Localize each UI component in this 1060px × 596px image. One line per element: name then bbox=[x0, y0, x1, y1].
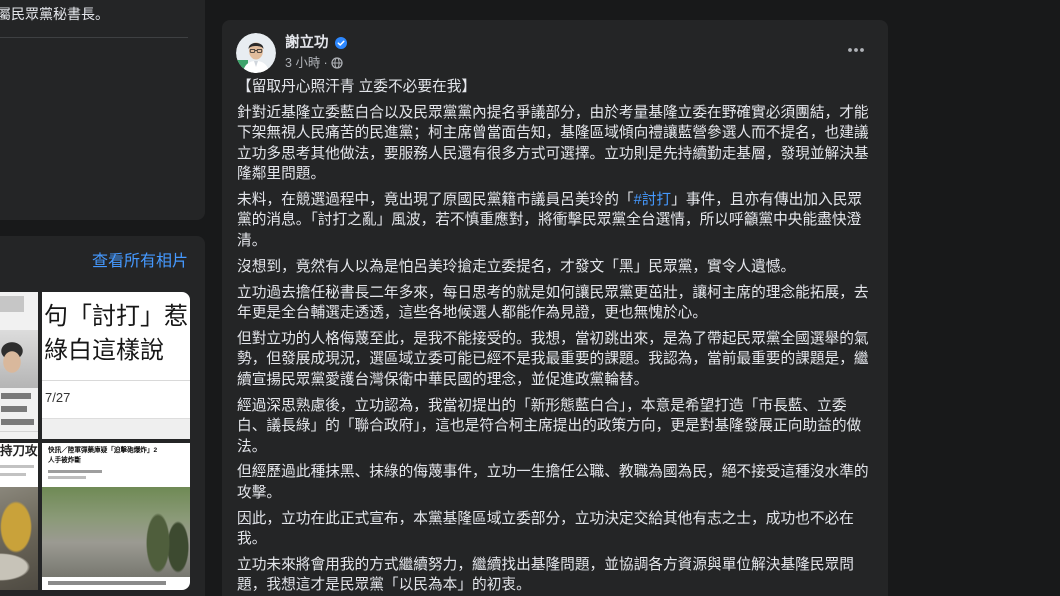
thumbnail-date: 7/27 bbox=[45, 390, 71, 405]
thumbnail-caption-line bbox=[48, 581, 166, 585]
post-headline: 【留取丹心照汗青 立委不必要在我】 bbox=[237, 77, 873, 97]
intro-text: 屬民眾黨秘書長。 bbox=[0, 6, 109, 22]
post-text-line: 立功多思考其他做法，要服務人民還有很多方式可選擇。立功則是先持續勤走基層，發現並… bbox=[237, 145, 869, 162]
post-paragraph: 立功過去擔任秘書長二年多來，每日思考的就是如何讓民眾黨更茁壯，讓柯主席的理念能拓… bbox=[237, 283, 873, 324]
thumbnail-text-line bbox=[1, 406, 27, 412]
post-text-line: 因此，立功在此正式宣布，本黨基隆區域立委部分，立功決定交給其他有志之士，成功也不… bbox=[237, 510, 854, 527]
post-text-line: 下架無視人民痛苦的民進黨；柯主席曾當面告知，基隆區域傾向禮讓藍營參選人而不提名，… bbox=[237, 125, 869, 142]
avatar-image bbox=[236, 33, 276, 73]
photo-thumbnail[interactable]: 持刀攻 bbox=[0, 443, 38, 590]
photo-thumbnail[interactable]: 句「討打」惹 綠白這樣說 7/27 bbox=[42, 292, 190, 439]
post-paragraph: 針對近基隆立委藍白合以及民眾黨黨內提名爭議部分，由於考量基隆立委在野確實必須團結… bbox=[237, 103, 873, 185]
photo-thumbnail[interactable] bbox=[0, 292, 38, 439]
thumbnail-text-line bbox=[1, 419, 34, 425]
thumbnail-headline: 句「討打」惹 bbox=[44, 303, 188, 330]
post-text-line: 未料，在競選過程中，竟出現了原國民黨籍市議員呂美玲的「#討打」事件，且亦有傳出加… bbox=[237, 190, 873, 210]
intro-card: 屬民眾黨秘書長。 bbox=[0, 0, 205, 220]
photo-thumbnail[interactable]: 快訊／陸軍彈藥庫疑「迫擊砲爆炸」2 人手被炸斷 bbox=[42, 443, 190, 590]
post-paragraph: 未料，在競選過程中，竟出現了原國民黨籍市議員呂美玲的「#討打」事件，且亦有傳出加… bbox=[237, 190, 873, 251]
hashtag-link[interactable]: #討打 bbox=[634, 192, 672, 208]
thumbnail-divider bbox=[0, 431, 38, 432]
post-text-line: 年更是全台輔選走透透，這些各地候選人都能作為見證，更也無愧於心。 bbox=[237, 305, 708, 322]
post-paragraph: 沒想到，竟然有人以為是怕呂美玲搶走立委提名，才發文「黑」民眾黨，實令人遺憾。 bbox=[237, 257, 873, 277]
thumbnail-text-line bbox=[48, 476, 86, 479]
thumbnail-headline: 人手被炸斷 bbox=[48, 457, 81, 464]
post-paragraph: 但經歷過此種抹黑、抹綠的侮蔑事件，立功一生擔任公職、教職為國為民，絕不接受這種沒… bbox=[237, 462, 873, 503]
thumbnail-portrait-image bbox=[0, 330, 38, 388]
post-text-line: 隆鄰里問題。 bbox=[237, 166, 326, 183]
verified-badge-icon bbox=[334, 37, 347, 49]
thumbnail-text-line bbox=[0, 465, 34, 468]
thumbnail-inset-image bbox=[0, 296, 24, 312]
author-name[interactable]: 謝立功 bbox=[285, 34, 329, 52]
more-horizontal-icon bbox=[848, 48, 864, 52]
thumbnail-text-line bbox=[48, 470, 102, 473]
post-text-line: 立功未來將會用我的方式繼續努力，繼續找出基隆問題，並協調各方資源與單位解決基隆民… bbox=[237, 557, 854, 574]
post-text-line: 經過深思熟慮後，立功認為，我當初提出的「新形態藍白合」，本意是希望打造「市長藍、… bbox=[237, 397, 847, 414]
post-text-line: 攻擊。 bbox=[237, 484, 282, 501]
post-text-line: 我。 bbox=[237, 531, 267, 548]
post-text-line: 法。 bbox=[237, 438, 267, 455]
post-timestamp[interactable]: 3 小時 bbox=[285, 55, 320, 71]
post-text-line: 沒想到，竟然有人以為是怕呂美玲搶走立委提名，才發文「黑」民眾黨，實令人遺憾。 bbox=[237, 258, 796, 275]
thumbnail-headline: 快訊／陸軍彈藥庫疑「迫擊砲爆炸」2 bbox=[48, 447, 158, 454]
post-text-line: 黨的消息。「討打之亂」風波，若不慎重應對，將衝擊民眾黨全台選情，所以呼籲黨中央能… bbox=[237, 212, 862, 229]
thumbnail-text-line bbox=[0, 473, 26, 476]
thumbnail-text-line bbox=[1, 393, 31, 399]
post-text-line: 立功過去擔任秘書長二年多來，每日思考的就是如何讓民眾黨更茁壯，讓柯主席的理念能拓… bbox=[237, 284, 869, 301]
post-text-line: 勢，但發展成現況，選區域立委可能已經不是我最重要的課題。我認為，當前最重要的課題… bbox=[237, 351, 869, 368]
thumbnail-headline: 持刀攻 bbox=[0, 444, 38, 458]
thumbnail-divider bbox=[42, 380, 190, 381]
author-row: 謝立功 bbox=[285, 34, 347, 52]
post-text-line: 續宣揚民眾黨愛護台灣保衛中華民國的理念，並促進政黨輪替。 bbox=[237, 371, 649, 388]
post-body: 【留取丹心照汗青 立委不必要在我】 針對近基隆立委藍白合以及民眾黨黨內提名爭議部… bbox=[237, 77, 873, 596]
photos-card: 查看所有相片 句「討打」惹 綠白這樣說 7/27 持刀攻 快訊／陸軍彈藥庫疑「迫… bbox=[0, 236, 205, 596]
post-text-segment: 」事件，且亦有傳出加入民眾 bbox=[671, 192, 863, 209]
post-meta: 3 小時 · bbox=[285, 55, 343, 71]
post-paragraph: 但對立功的人格侮蔑至此，是我不能接受的。我想，當初跳出來，是為了帶起民眾黨全國選… bbox=[237, 329, 873, 390]
intro-divider bbox=[0, 37, 188, 38]
post-text-line: 但對立功的人格侮蔑至此，是我不能接受的。我想，當初跳出來，是為了帶起民眾黨全國選… bbox=[237, 330, 869, 347]
post-text-line: 題，我想這才是民眾黨「以民為本」的初衷。 bbox=[237, 577, 531, 594]
post-card: 謝立功 3 小時 · 【留取丹心照汗青 立委不必要在我】 針對近基隆立委藍白合以… bbox=[222, 20, 888, 596]
post-text-segment: 未料，在競選過程中，竟出現了原國民黨籍市議員呂美玲的「 bbox=[237, 192, 634, 209]
thumbnail-footer-strip bbox=[42, 418, 190, 439]
post-text-line: 但經歷過此種抹黑、抹綠的侮蔑事件，立功一生擔任公職、教職為國為民，絕不接受這種沒… bbox=[237, 464, 869, 481]
thumbnail-headline: 綠白這樣說 bbox=[44, 337, 164, 364]
post-text-line: 清。 bbox=[237, 232, 267, 249]
post-paragraph: 立功未來將會用我的方式繼續努力，繼續找出基隆問題，並協調各方資源與單位解決基隆民… bbox=[237, 555, 873, 596]
see-all-photos-link[interactable]: 查看所有相片 bbox=[92, 252, 188, 272]
post-text-line: 白、議長綠」的「聯合政府」，這也是符合柯主席提出的政策方向，更是對基隆發展正向助… bbox=[237, 418, 862, 435]
post-text-line: 【留取丹心照汗青 立委不必要在我】 bbox=[237, 79, 477, 95]
thumbnail-scene-image bbox=[0, 487, 38, 590]
post-paragraph: 因此，立功在此正式宣布，本黨基隆區域立委部分，立功決定交給其他有志之士，成功也不… bbox=[237, 509, 873, 550]
facebook-profile-page: 屬民眾黨秘書長。 查看所有相片 句「討打」惹 綠白這樣說 7/27 持刀攻 快訊… bbox=[0, 0, 1060, 596]
thumbnail-scene-image bbox=[42, 487, 190, 577]
post-paragraph: 經過深思熟慮後，立功認為，我當初提出的「新形態藍白合」，本意是希望打造「市長藍、… bbox=[237, 396, 873, 457]
post-text-line: 針對近基隆立委藍白合以及民眾黨黨內提名爭議部分，由於考量基隆立委在野確實必須團結… bbox=[237, 104, 869, 121]
post-more-button[interactable] bbox=[840, 34, 872, 66]
globe-icon bbox=[331, 57, 343, 69]
meta-separator: · bbox=[323, 56, 328, 70]
avatar[interactable] bbox=[236, 33, 276, 73]
